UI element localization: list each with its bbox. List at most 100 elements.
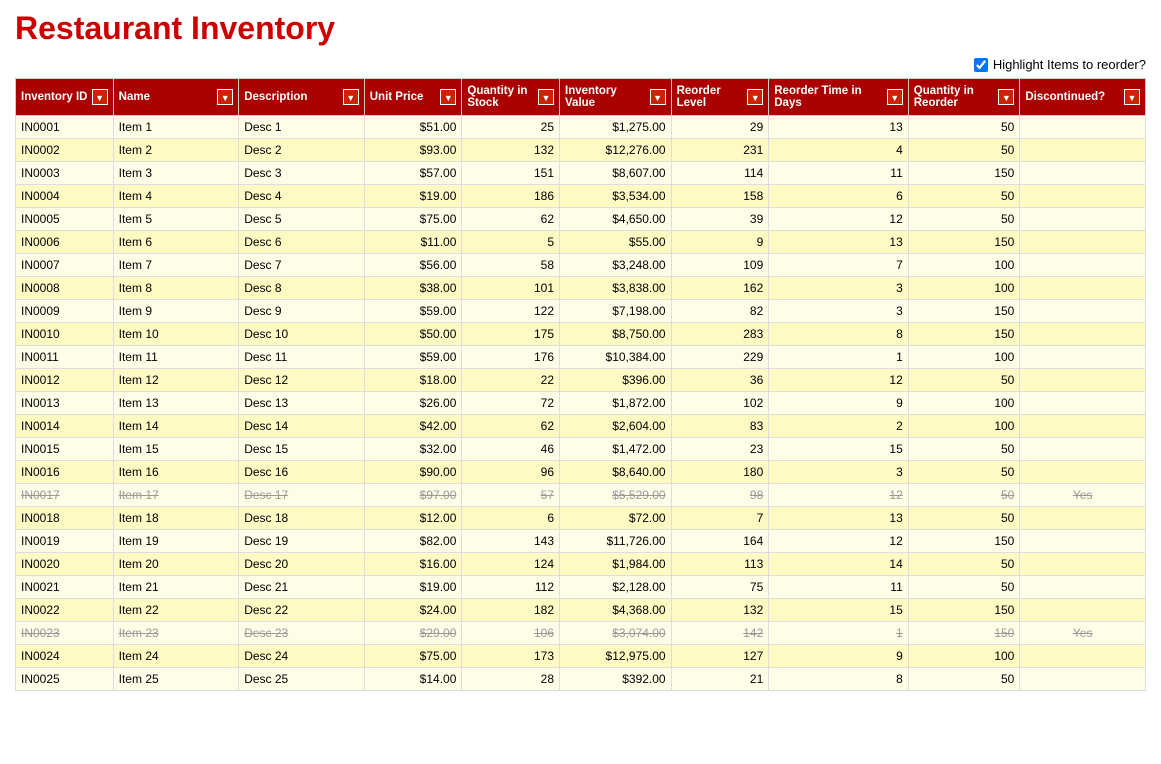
table-row: IN0009Item 9Desc 9$59.00122$7,198.008231… xyxy=(16,300,1146,323)
table-cell: 150 xyxy=(908,530,1020,553)
table-cell: 72 xyxy=(462,392,560,415)
table-cell: $4,368.00 xyxy=(560,599,672,622)
col-qreorder-dropdown[interactable]: ▼ xyxy=(998,89,1014,105)
table-cell: $59.00 xyxy=(364,300,462,323)
table-cell: 3 xyxy=(769,277,909,300)
col-desc-dropdown[interactable]: ▼ xyxy=(343,89,359,105)
table-cell xyxy=(1020,323,1146,346)
table-cell: 12 xyxy=(769,369,909,392)
table-cell: $5,529.00 xyxy=(560,484,672,507)
table-row: IN0019Item 19Desc 19$82.00143$11,726.001… xyxy=(16,530,1146,553)
table-cell: $55.00 xyxy=(560,231,672,254)
highlight-label[interactable]: Highlight Items to reorder? xyxy=(974,57,1146,72)
col-header-name: Name ▼ xyxy=(113,79,239,116)
table-cell: 23 xyxy=(671,438,769,461)
table-cell: $75.00 xyxy=(364,645,462,668)
table-cell: 106 xyxy=(462,622,560,645)
table-cell: $75.00 xyxy=(364,208,462,231)
col-reorder-dropdown[interactable]: ▼ xyxy=(747,89,763,105)
table-cell: Desc 14 xyxy=(239,415,365,438)
table-cell: 50 xyxy=(908,185,1020,208)
table-cell: 96 xyxy=(462,461,560,484)
table-cell: IN0020 xyxy=(16,553,114,576)
table-cell: 102 xyxy=(671,392,769,415)
col-name-dropdown[interactable]: ▼ xyxy=(217,89,233,105)
table-cell: 143 xyxy=(462,530,560,553)
table-cell: IN0005 xyxy=(16,208,114,231)
table-cell: 46 xyxy=(462,438,560,461)
table-cell: 150 xyxy=(908,231,1020,254)
table-cell: IN0011 xyxy=(16,346,114,369)
table-row: IN0020Item 20Desc 20$16.00124$1,984.0011… xyxy=(16,553,1146,576)
table-cell: 175 xyxy=(462,323,560,346)
table-cell: Item 3 xyxy=(113,162,239,185)
table-cell: $51.00 xyxy=(364,116,462,139)
table-cell: 75 xyxy=(671,576,769,599)
table-cell: 100 xyxy=(908,277,1020,300)
table-cell: 100 xyxy=(908,415,1020,438)
col-stock-dropdown[interactable]: ▼ xyxy=(538,89,554,105)
table-cell: IN0022 xyxy=(16,599,114,622)
table-cell: Item 22 xyxy=(113,599,239,622)
table-cell: Item 21 xyxy=(113,576,239,599)
table-cell xyxy=(1020,162,1146,185)
table-cell: 50 xyxy=(908,139,1020,162)
table-cell: 1 xyxy=(769,622,909,645)
table-cell: 7 xyxy=(769,254,909,277)
table-row: IN0022Item 22Desc 22$24.00182$4,368.0013… xyxy=(16,599,1146,622)
col-id-dropdown[interactable]: ▼ xyxy=(92,89,108,105)
table-cell: 50 xyxy=(908,507,1020,530)
table-cell xyxy=(1020,530,1146,553)
table-cell: IN0004 xyxy=(16,185,114,208)
table-cell: $3,534.00 xyxy=(560,185,672,208)
table-cell: $12,276.00 xyxy=(560,139,672,162)
table-cell: 50 xyxy=(908,553,1020,576)
table-cell: 29 xyxy=(671,116,769,139)
table-cell: 142 xyxy=(671,622,769,645)
table-cell: IN0021 xyxy=(16,576,114,599)
col-days-dropdown[interactable]: ▼ xyxy=(887,89,903,105)
table-cell: IN0025 xyxy=(16,668,114,691)
col-header-stock: Quantity in Stock ▼ xyxy=(462,79,560,116)
table-cell: IN0001 xyxy=(16,116,114,139)
table-row: IN0011Item 11Desc 11$59.00176$10,384.002… xyxy=(16,346,1146,369)
table-cell: Item 23 xyxy=(113,622,239,645)
table-cell: Item 14 xyxy=(113,415,239,438)
table-cell: 229 xyxy=(671,346,769,369)
table-cell xyxy=(1020,645,1146,668)
table-cell: 150 xyxy=(908,162,1020,185)
table-cell xyxy=(1020,208,1146,231)
table-cell: 132 xyxy=(671,599,769,622)
col-price-dropdown[interactable]: ▼ xyxy=(440,89,456,105)
table-cell: 50 xyxy=(908,576,1020,599)
table-cell: $72.00 xyxy=(560,507,672,530)
table-cell: 162 xyxy=(671,277,769,300)
table-cell: Item 11 xyxy=(113,346,239,369)
table-cell: 2 xyxy=(769,415,909,438)
table-cell: 173 xyxy=(462,645,560,668)
table-cell: Yes xyxy=(1020,622,1146,645)
table-cell: 9 xyxy=(769,645,909,668)
table-cell: Desc 17 xyxy=(239,484,365,507)
table-cell xyxy=(1020,668,1146,691)
highlight-checkbox[interactable] xyxy=(974,58,988,72)
table-cell: Desc 18 xyxy=(239,507,365,530)
table-cell: Item 17 xyxy=(113,484,239,507)
table-cell: 50 xyxy=(908,484,1020,507)
table-cell: 5 xyxy=(462,231,560,254)
table-cell xyxy=(1020,277,1146,300)
table-row: IN0025Item 25Desc 25$14.0028$392.0021850 xyxy=(16,668,1146,691)
table-cell: Item 2 xyxy=(113,139,239,162)
table-cell: $16.00 xyxy=(364,553,462,576)
table-cell: $4,650.00 xyxy=(560,208,672,231)
table-row: IN0002Item 2Desc 2$93.00132$12,276.00231… xyxy=(16,139,1146,162)
table-cell: 3 xyxy=(769,461,909,484)
table-cell: 186 xyxy=(462,185,560,208)
table-cell: $32.00 xyxy=(364,438,462,461)
table-cell xyxy=(1020,300,1146,323)
table-cell: 50 xyxy=(908,461,1020,484)
col-value-dropdown[interactable]: ▼ xyxy=(650,89,666,105)
col-disc-dropdown[interactable]: ▼ xyxy=(1124,89,1140,105)
table-cell: 122 xyxy=(462,300,560,323)
table-cell: 180 xyxy=(671,461,769,484)
